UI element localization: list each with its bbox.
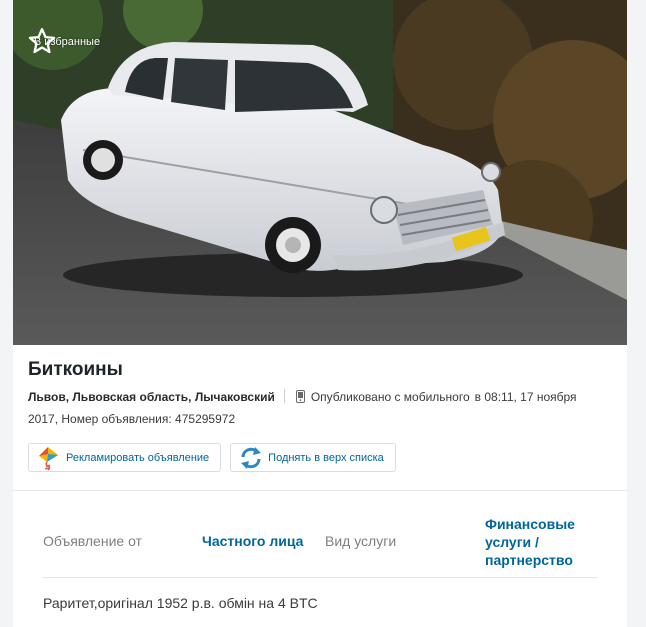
mobile-phone-icon	[295, 389, 305, 409]
published-year-and-ad-number: 2017, Номер объявления: 475295972	[28, 412, 236, 426]
refresh-icon	[238, 445, 264, 471]
promote-listing-button[interactable]: Рекламировать объявление	[28, 443, 222, 472]
listing-photo[interactable]: В избранные	[13, 0, 627, 345]
listing-actions: Рекламировать объявление Поднять в верх …	[28, 443, 613, 472]
published-time: в 08:11, 17 ноября	[474, 390, 577, 404]
meta-divider	[283, 389, 285, 403]
car-photo-image	[13, 0, 627, 345]
published-from-mobile: Опубликовано с мобильного	[310, 390, 470, 404]
service-type-key: Вид услуги	[325, 533, 397, 549]
service-type-value-link[interactable]: Финансовые услуги / партнерство	[485, 515, 605, 569]
bump-listing-button[interactable]: Поднять в верх списка	[230, 443, 396, 472]
page: В избранные Биткоины Львов, Львовская об…	[0, 0, 646, 627]
listing-title: Биткоины	[28, 359, 123, 380]
listing-card: В избранные Биткоины Львов, Львовская об…	[13, 0, 627, 627]
listing-meta: Львов, Львовская область, Лычаковский Опу…	[28, 387, 603, 429]
listing-description: Раритет,оригінал 1952 р.в. обмін на 4 BT…	[43, 595, 318, 611]
bump-listing-label: Поднять в верх списка	[268, 451, 384, 464]
offer-from-key: Объявление от	[43, 533, 142, 549]
promote-listing-label: Рекламировать объявление	[66, 451, 210, 464]
listing-header: Биткоины Львов, Львовская область, Лычак…	[13, 345, 627, 472]
offer-from-value-link[interactable]: Частного лица	[202, 533, 303, 549]
listing-details: Объявление от Частного лица Вид услуги Ф…	[43, 491, 597, 578]
kite-icon	[36, 445, 62, 471]
star-icon	[28, 28, 56, 54]
add-to-favorites-button[interactable]: В избранные	[27, 26, 107, 54]
listing-location: Львов, Львовская область, Лычаковский	[28, 390, 275, 404]
